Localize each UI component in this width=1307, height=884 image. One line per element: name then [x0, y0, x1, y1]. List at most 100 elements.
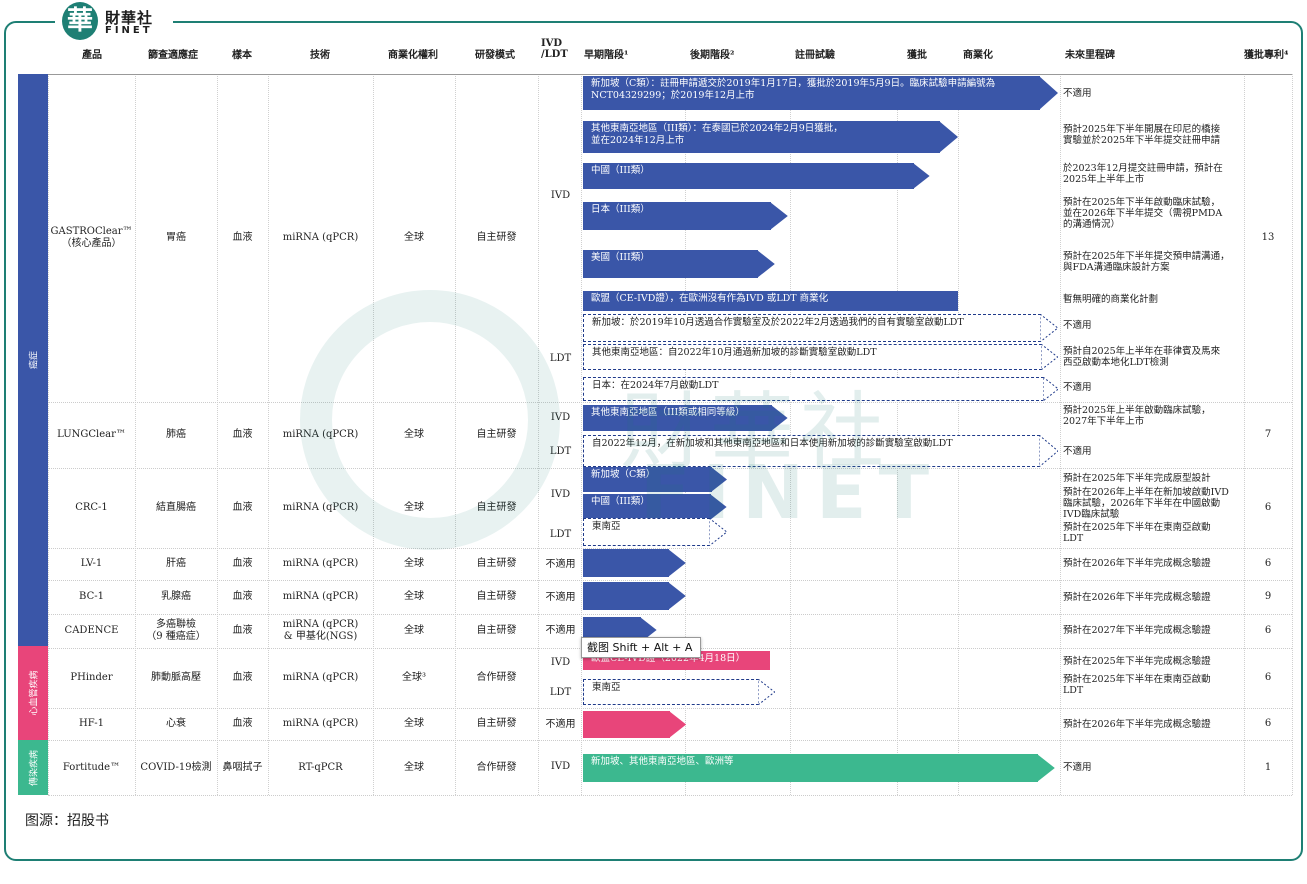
ivd-ldt-label: IVD — [550, 190, 571, 201]
arrow-head-icon — [757, 250, 775, 278]
milestone-text: 預計在2025年下半年啟動臨床試驗， 並在2026年下半年提交（需視PMDA 的… — [1063, 197, 1223, 230]
milestone-text: 預計在2025年下半年在東南亞啟動 LDT — [1063, 674, 1211, 696]
milestone-text: 預計2025年下半年開展在印尼的橋接 實驗並於2025年下半年提交註冊申請 — [1063, 124, 1221, 146]
arrow-head-icon — [1039, 435, 1058, 467]
milestone-text: 預計在2027年下半年完成概念驗證 — [1063, 625, 1211, 636]
product-indication: 乳腺癌 — [161, 591, 191, 602]
band-2: 傳染疾病 — [18, 740, 48, 795]
pipeline-bar: 日本：在2024年7月啟動LDT — [583, 377, 1044, 401]
header-registration: 註冊試驗 — [795, 50, 835, 61]
arrow-head-icon — [1041, 344, 1058, 370]
product-indication: 心衰 — [166, 718, 186, 729]
header-rights: 商業化權利 — [388, 50, 438, 61]
screenshot-tooltip: 截图 Shift + Alt + A — [581, 637, 701, 658]
product-rights: 全球³ — [401, 672, 426, 683]
product-rights: 全球 — [404, 558, 424, 569]
product-name: Fortitude™ — [62, 761, 121, 773]
product-model: 自主研發 — [476, 591, 517, 602]
header-technology: 技術 — [310, 50, 330, 61]
band-0: 癌症 — [18, 74, 48, 646]
product-indication: 肺癌 — [166, 429, 186, 440]
product-name: CRC-1 — [75, 502, 108, 513]
milestone-text: 於2023年12月提交註冊申請，預計在 2025年上半年上市 — [1063, 163, 1223, 185]
product-rights: 全球 — [404, 761, 424, 773]
header-milestones: 未來里程碑 — [1065, 50, 1115, 61]
product-tech: RT-qPCR — [298, 761, 343, 773]
milestone-text: 預計在2026年下半年完成概念驗證 — [1063, 592, 1211, 603]
product-rights: 全球 — [404, 429, 424, 440]
pipeline-bar — [583, 582, 670, 610]
header-model: 研發模式 — [475, 50, 515, 61]
milestone-text: 預計在2025年下半年提交預申請溝通， 與FDA溝通臨床設計方案 — [1063, 251, 1230, 273]
row-rule — [48, 580, 1292, 581]
ivd-ldt-label: 不適用 — [545, 559, 576, 570]
pipeline-bar: 新加坡：於2019年10月透過合作實驗室及於2022年2月透過我們的自有實驗室啟… — [583, 314, 1042, 342]
row-rule — [48, 795, 1292, 796]
product-sample: 血液 — [232, 625, 253, 636]
band-label: 心血管疾病 — [29, 670, 40, 716]
product-name: PHinder — [70, 672, 113, 683]
product-patents: 9 — [1264, 591, 1272, 602]
product-sample: 血液 — [232, 502, 253, 513]
arrow-head-icon — [770, 202, 788, 230]
pipeline-bar: 美國（III類） — [583, 250, 759, 278]
product-name: LV-1 — [80, 558, 103, 569]
milestone-text: 預計在2026年下半年完成概念驗證 — [1063, 719, 1211, 730]
milestone-text: 預計在2026年下半年完成概念驗證 — [1063, 558, 1211, 569]
product-indication: 胃癌 — [166, 232, 186, 243]
milestone-text: 不適用 — [1063, 88, 1092, 99]
arrow-head-icon — [709, 518, 727, 546]
header-patents: 獲批專利⁴ — [1244, 50, 1289, 61]
header-rule — [18, 74, 1292, 75]
product-sample: 血液 — [232, 591, 253, 602]
pipeline-bar — [583, 711, 670, 738]
product-name: HF-1 — [79, 718, 104, 729]
arrow-head-icon — [1042, 377, 1058, 401]
milestone-text: 預計自2025年上半年在菲律賓及馬來 西亞啟動本地化LDT檢測 — [1063, 346, 1221, 368]
ivd-ldt-label: IVD — [550, 761, 571, 772]
band-label: 傳染疾病 — [29, 749, 40, 786]
row-rule — [48, 402, 1292, 403]
product-rights: 全球 — [404, 232, 424, 243]
arrow-head-icon — [711, 467, 727, 492]
product-name: GASTROClear™ （核心產品） — [50, 226, 133, 249]
ivd-ldt-label: 不適用 — [545, 625, 576, 636]
product-tech: miRNA (qPCR) — [282, 672, 359, 683]
product-tech: miRNA (qPCR) — [282, 558, 359, 569]
product-indication: 多癌聯檢 （9 種癌症） — [146, 619, 206, 642]
pipeline-bar: 中國（III類） — [583, 163, 915, 189]
pipeline-bar: 新加坡（C類） — [583, 467, 712, 492]
milestone-text: 不適用 — [1063, 382, 1092, 393]
product-tech: miRNA (qPCR) & 甲基化(NGS) — [282, 619, 359, 642]
milestone-text: 不適用 — [1063, 446, 1092, 457]
milestone-text: 不適用 — [1063, 762, 1092, 773]
arrow-head-icon — [939, 121, 958, 153]
ivd-ldt-label: 不適用 — [545, 592, 576, 603]
arrow-head-icon — [710, 494, 727, 520]
ivd-ldt-label: IVD — [550, 657, 571, 668]
arrow-head-icon — [771, 405, 788, 431]
product-name: LUNGClear™ — [57, 429, 126, 440]
ivd-ldt-label: LDT — [549, 529, 572, 540]
product-patents: 13 — [1261, 232, 1275, 243]
product-rights: 全球 — [404, 591, 424, 602]
product-patents: 6 — [1264, 718, 1272, 729]
product-patents: 6 — [1264, 625, 1272, 636]
band-1: 心血管疾病 — [18, 646, 48, 740]
product-indication: 結直腸癌 — [156, 502, 196, 513]
column-divider — [1292, 74, 1293, 795]
arrow-head-icon — [1039, 76, 1058, 110]
product-name: BC-1 — [79, 591, 104, 602]
product-tech: miRNA (qPCR) — [282, 502, 359, 513]
product-sample: 血液 — [232, 718, 253, 729]
milestone-text: 預計在2025年下半年完成概念驗證 — [1063, 656, 1211, 667]
header-indication: 篩查適應症 — [148, 50, 198, 61]
product-sample: 血液 — [232, 558, 253, 569]
pipeline-bar: 中國（III類） — [583, 494, 712, 520]
arrow-head-icon — [758, 679, 775, 705]
pipeline-bar: 其他東南亞地區（III類或相同等級） — [583, 405, 773, 431]
product-patents: 1 — [1264, 761, 1272, 773]
logo-english: FINET — [105, 25, 153, 36]
header-late-stage: 後期階段² — [690, 50, 735, 61]
arrow-head-icon — [668, 711, 686, 738]
